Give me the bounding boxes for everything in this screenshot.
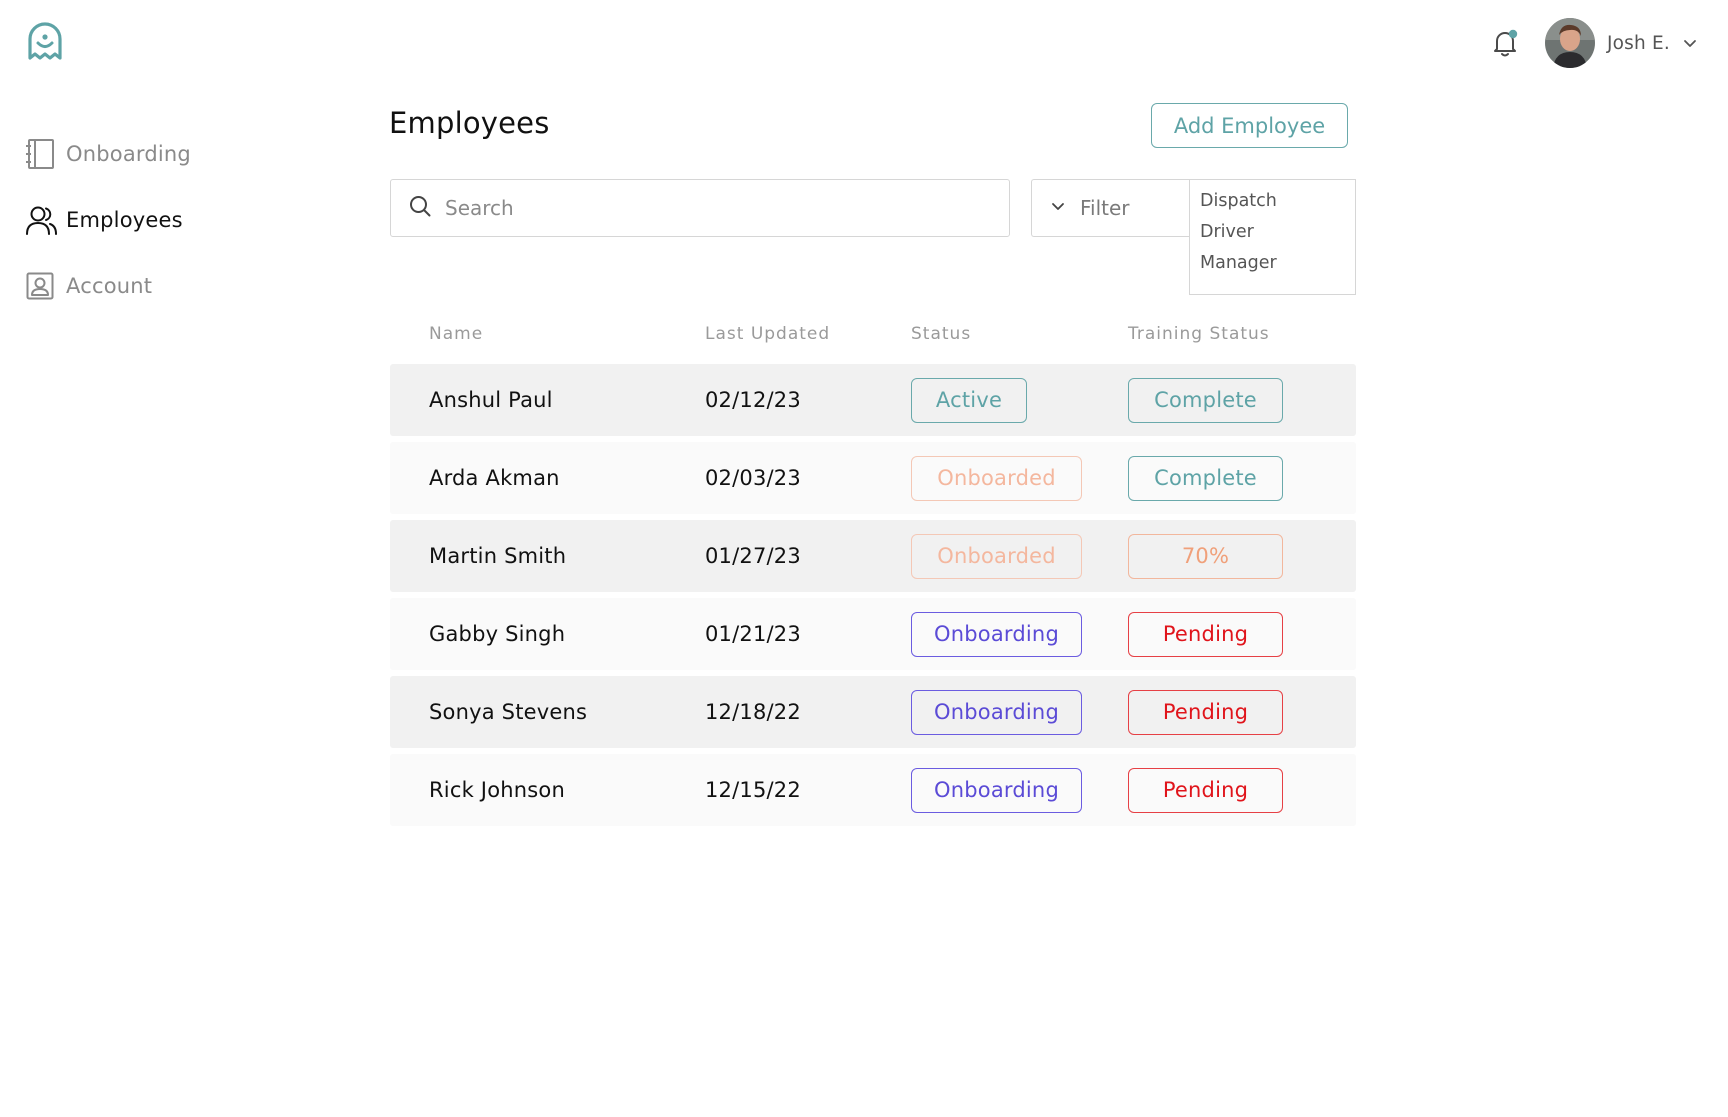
status-badge[interactable]: Onboarded xyxy=(911,455,1082,501)
sidebar-item-account[interactable]: Account xyxy=(26,266,286,306)
sidebar-item-onboarding[interactable]: Onboarding xyxy=(26,134,286,174)
filter-option-dispatch[interactable]: Dispatch xyxy=(1200,186,1355,217)
chevron-down-icon[interactable] xyxy=(1682,34,1700,52)
employee-name: Arda Akman xyxy=(429,466,560,490)
last-updated: 12/18/22 xyxy=(705,700,801,724)
sidebar-item-label: Account xyxy=(66,274,153,298)
sidebar-item-employees[interactable]: Employees xyxy=(26,200,286,240)
user-name[interactable]: Josh E. xyxy=(1607,33,1670,54)
avatar[interactable] xyxy=(1545,18,1595,68)
users-icon xyxy=(26,204,58,236)
filter-option-driver[interactable]: Driver xyxy=(1200,217,1355,248)
table-row[interactable]: Sonya Stevens 12/18/22 Onboarding Pendin… xyxy=(390,676,1356,748)
table-row[interactable]: Arda Akman 02/03/23 Onboarded Complete xyxy=(390,442,1356,514)
training-status-badge[interactable]: Pending xyxy=(1128,611,1283,657)
training-status-badge[interactable]: Pending xyxy=(1128,689,1283,735)
status-badge[interactable]: Onboarding xyxy=(911,689,1082,735)
search-icon xyxy=(409,195,431,221)
chevron-down-icon xyxy=(1050,198,1066,218)
notification-bell-icon[interactable] xyxy=(1485,23,1525,63)
employee-name: Martin Smith xyxy=(429,544,567,568)
status-badge[interactable]: Onboarding xyxy=(911,767,1082,813)
filter-dropdown[interactable]: Filter xyxy=(1031,179,1189,237)
employee-name: Gabby Singh xyxy=(429,622,566,646)
search-box[interactable] xyxy=(390,179,1010,237)
training-status-badge[interactable]: Complete xyxy=(1128,455,1283,501)
training-status-badge[interactable]: Complete xyxy=(1128,377,1283,423)
training-status-badge[interactable]: 70% xyxy=(1128,533,1283,579)
status-badge[interactable]: Active xyxy=(911,377,1027,423)
column-header-status[interactable]: Status xyxy=(911,324,1128,344)
user-bar: Josh E. xyxy=(1485,18,1700,68)
employee-name: Sonya Stevens xyxy=(429,700,588,724)
training-status-badge[interactable]: Pending xyxy=(1128,767,1283,813)
add-employee-button[interactable]: Add Employee xyxy=(1151,103,1348,148)
app-logo[interactable] xyxy=(26,22,64,62)
column-header-training-status[interactable]: Training Status xyxy=(1128,324,1356,344)
last-updated: 12/15/22 xyxy=(705,778,801,802)
table-row[interactable]: Rick Johnson 12/15/22 Onboarding Pending xyxy=(390,754,1356,826)
filter-option-manager[interactable]: Manager xyxy=(1200,248,1355,279)
sidebar-item-label: Employees xyxy=(66,208,183,232)
employee-name: Anshul Paul xyxy=(429,388,553,412)
employee-name: Rick Johnson xyxy=(429,778,565,802)
account-card-icon xyxy=(26,270,58,302)
table-row[interactable]: Anshul Paul 02/12/23 Active Complete xyxy=(390,364,1356,436)
last-updated: 01/27/23 xyxy=(705,544,801,568)
page-title: Employees xyxy=(389,106,550,140)
employees-table: Name Last Updated Status Training Status… xyxy=(390,318,1356,832)
notebook-icon xyxy=(26,138,58,170)
filter-label: Filter xyxy=(1080,196,1130,220)
table-row[interactable]: Gabby Singh 01/21/23 Onboarding Pending xyxy=(390,598,1356,670)
sidebar-item-label: Onboarding xyxy=(66,142,191,166)
status-badge[interactable]: Onboarded xyxy=(911,533,1082,579)
filter-menu: Dispatch Driver Manager xyxy=(1189,179,1356,295)
table-row[interactable]: Martin Smith 01/27/23 Onboarded 70% xyxy=(390,520,1356,592)
column-header-last-updated[interactable]: Last Updated xyxy=(705,324,911,344)
last-updated: 01/21/23 xyxy=(705,622,801,646)
last-updated: 02/12/23 xyxy=(705,388,801,412)
search-input[interactable] xyxy=(443,195,983,221)
status-badge[interactable]: Onboarding xyxy=(911,611,1082,657)
column-header-name[interactable]: Name xyxy=(390,324,705,344)
table-header: Name Last Updated Status Training Status xyxy=(390,318,1356,350)
sidebar: Onboarding Employees Account xyxy=(26,134,286,332)
last-updated: 02/03/23 xyxy=(705,466,801,490)
